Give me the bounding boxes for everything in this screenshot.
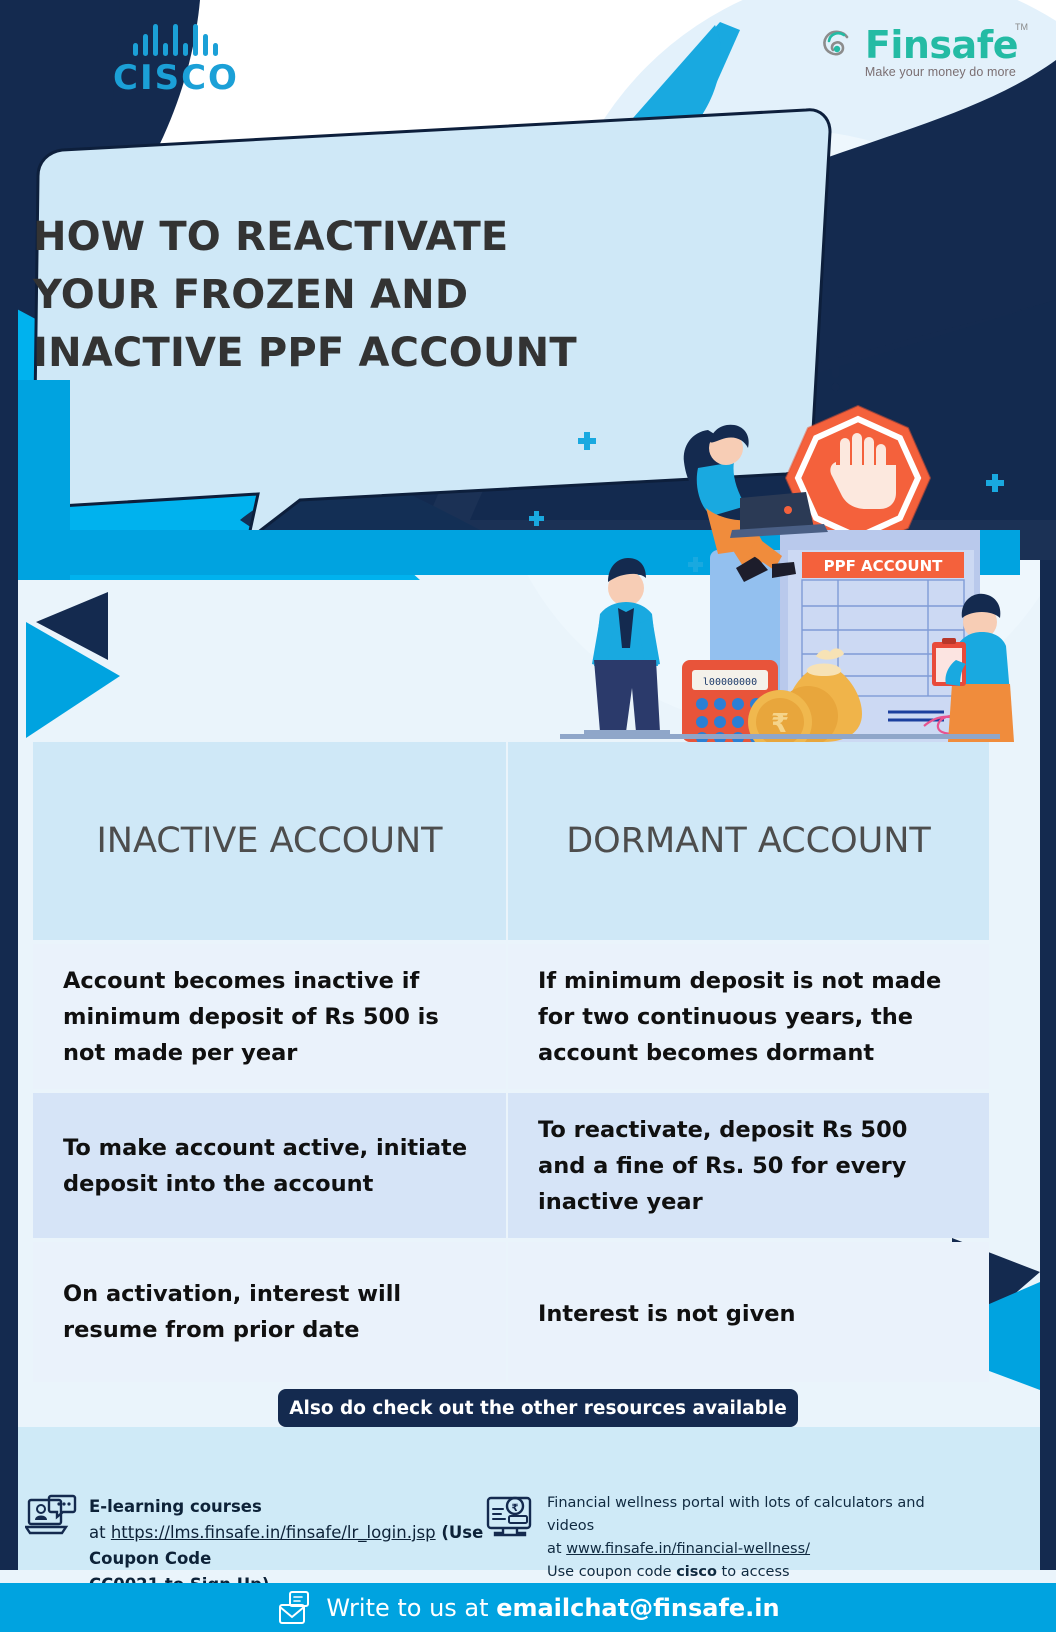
wellness-url[interactable]: www.finsafe.in/financial-wellness/ [566, 1541, 810, 1557]
wellness-line-1: Financial wellness portal with lots of c… [547, 1495, 925, 1534]
finsafe-spiral-icon [823, 30, 849, 56]
table-cell-dormant-3: Interest is not given [508, 1242, 989, 1382]
wellness-link-line: at www.finsafe.in/financial-wellness/ [547, 1538, 955, 1561]
page-title-line-2: YOUR FROZEN AND [33, 272, 469, 318]
page-title: HOW TO REACTIVATE YOUR FROZEN AND INACTI… [33, 208, 608, 382]
elearning-link-line: at https://lms.finsafe.in/finsafe/lr_log… [89, 1520, 485, 1572]
comparison-table: INACTIVE ACCOUNT DORMANT ACCOUNT Account… [33, 742, 989, 1382]
table-cell-dormant-1: If minimum deposit is not made for two c… [508, 944, 989, 1089]
resources-banner-label: Also do check out the other resources av… [289, 1397, 787, 1419]
page-title-line-1: HOW TO REACTIVATE [33, 214, 509, 260]
document-title-text: PPF ACCOUNT [824, 557, 944, 575]
cisco-logo: CISCO [113, 22, 239, 98]
finsafe-wordmark: Finsafe [864, 23, 1019, 67]
table-cell-inactive-2: To make account active, initiate deposit… [33, 1093, 507, 1238]
table-cell-text: On activation, interest will resume from… [63, 1281, 402, 1343]
left-navy-edge-bar [0, 0, 18, 1570]
elearning-at-label: at [89, 1523, 111, 1542]
table-cell-text: To make account active, initiate deposit… [63, 1134, 468, 1197]
table-row: On activation, interest will resume from… [33, 1242, 989, 1382]
elearning-heading: E-learning courses [89, 1497, 262, 1516]
footer-wellness-block: ₹ Financial wellness portal with lots of… [485, 1492, 955, 1584]
table-row: Account becomes inactive if minimum depo… [33, 944, 989, 1089]
ppf-account-illustration: PPF ACCOUNT l00000000 ₹ [529, 356, 1014, 742]
table-cell-inactive-3: On activation, interest will resume from… [33, 1242, 507, 1382]
table-cell-text: If minimum deposit is not made for two c… [538, 967, 942, 1066]
wellness-coupon-prefix: Use coupon code [547, 1564, 677, 1580]
table-header-row: INACTIVE ACCOUNT DORMANT ACCOUNT [33, 742, 989, 940]
wellness-coupon-line: Use coupon code cisco to access [547, 1561, 955, 1584]
email-envelope-icon [279, 1590, 310, 1624]
alert-exclamation-icon [831, 356, 840, 391]
table-header-dormant-label: DORMANT ACCOUNT [566, 821, 931, 861]
table-header-inactive-label: INACTIVE ACCOUNT [96, 821, 443, 861]
finsafe-tm-mark: TM [1015, 22, 1028, 32]
elearning-url[interactable]: https://lms.finsafe.in/finsafe/lr_login.… [111, 1523, 436, 1542]
calculator-display-text: l00000000 [703, 677, 757, 688]
infographic-page: CISCO Finsafe TM Make your money do more… [0, 0, 1056, 1632]
wellness-coupon-code: cisco [676, 1564, 717, 1580]
person-standing-left [584, 558, 670, 735]
finsafe-tagline: Make your money do more [864, 65, 1016, 79]
contact-text: Write to us at emailchat@finsafe.in [326, 1594, 779, 1622]
ground-line [560, 734, 1000, 739]
resources-banner: Also do check out the other resources av… [278, 1389, 798, 1427]
cisco-bars-icon [113, 22, 239, 56]
contact-prefix: Write to us at [326, 1593, 497, 1622]
table-cell-dormant-2: To reactivate, deposit Rs 500 and a fine… [508, 1093, 989, 1238]
table-header-cell-dormant: DORMANT ACCOUNT [508, 742, 989, 940]
table-cell-text: To reactivate, deposit Rs 500 and a fine… [538, 1116, 908, 1215]
contact-email[interactable]: emailchat@finsafe.in [496, 1594, 779, 1622]
wellness-at-label: at [547, 1541, 567, 1557]
cisco-wordmark: CISCO [113, 58, 239, 98]
wellness-coupon-suffix: to access [716, 1564, 790, 1580]
finsafe-logo: Finsafe TM Make your money do more [817, 22, 1028, 79]
table-header-cell-inactive: INACTIVE ACCOUNT [33, 742, 507, 940]
table-row: To make account active, initiate deposit… [33, 1093, 989, 1238]
svg-text:₹: ₹ [512, 1503, 519, 1514]
table-cell-inactive-1: Account becomes inactive if minimum depo… [33, 944, 507, 1089]
contact-bottom-bar: Write to us at emailchat@finsafe.in [0, 1583, 1056, 1632]
page-title-line-3: INACTIVE PPF ACCOUNT [33, 330, 577, 376]
table-cell-text: Interest is not given [538, 1301, 796, 1327]
left-triangle-group [26, 592, 120, 738]
wellness-monitor-rupee-icon: ₹ [486, 1496, 532, 1537]
table-cell-text: Account becomes inactive if minimum depo… [63, 967, 439, 1066]
right-navy-edge-bar [1040, 560, 1056, 1570]
elearning-laptop-icon [25, 1494, 77, 1535]
